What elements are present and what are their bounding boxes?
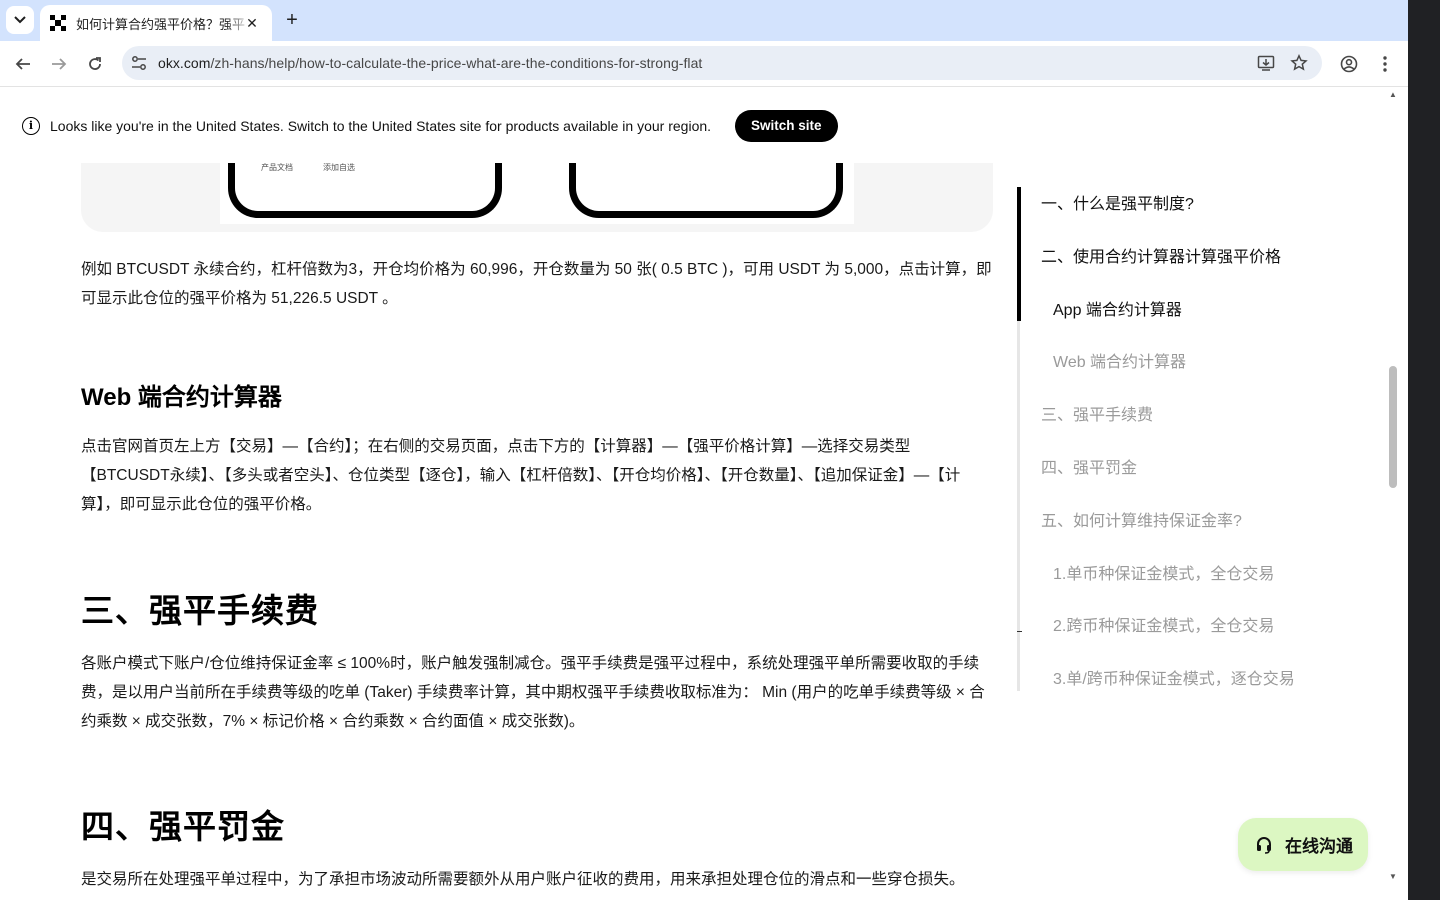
- toc-item-app-calculator[interactable]: App 端合约计算器: [1053, 296, 1182, 320]
- back-arrow-icon[interactable]: [9, 50, 37, 78]
- toc-item-multi-cross[interactable]: 2.跨币种保证金模式，全仓交易: [1053, 612, 1274, 636]
- region-banner: i Looks like you're in the United States…: [0, 88, 1385, 163]
- heading-web-calculator: Web 端合约计算器: [81, 384, 282, 411]
- chat-label: 在线沟通: [1285, 837, 1353, 856]
- toc-item-web-calculator[interactable]: Web 端合约计算器: [1053, 348, 1186, 372]
- url-host: okx.com: [158, 55, 211, 71]
- install-app-icon[interactable]: [1257, 54, 1275, 77]
- heading-liquidation-fee: 三、强平手续费: [81, 592, 319, 629]
- banner-text: Looks like you're in the United States. …: [50, 117, 712, 134]
- heading-liquidation-penalty: 四、强平罚金: [81, 808, 285, 845]
- scrollbar-thumb[interactable]: [1389, 366, 1397, 488]
- address-bar[interactable]: okx.com/zh-hans/help/how-to-calculate-th…: [122, 46, 1322, 80]
- forward-arrow-icon[interactable]: [45, 50, 73, 78]
- scroll-up-arrow-icon[interactable]: ▲: [1387, 90, 1399, 99]
- browser-tab-active[interactable]: 如何计算合约强平价格？强平 ✕: [40, 5, 272, 41]
- paragraph-app-example: 例如 BTCUSDT 永续合约，杠杆倍数为3，开仓均价格为 60,996，开仓数…: [81, 261, 992, 307]
- paragraph-web-steps: 点击官网首页左上方【交易】—【合约】；在右侧的交易页面，点击下方的【计算器】—【…: [81, 438, 961, 513]
- headset-icon: [1257, 836, 1271, 854]
- toc-item-maintenance-margin[interactable]: 五、如何计算维持保证金率?: [1041, 507, 1242, 531]
- browser-window: 如何计算合约强平价格？强平 ✕ + okx.com/zh-hans/help/h…: [0, 0, 1408, 900]
- toc-active-indicator: [1017, 187, 1021, 321]
- okx-favicon-icon: [50, 15, 66, 31]
- tab-title: 如何计算合约强平价格？强平: [76, 16, 246, 32]
- tab-search-chevron-down-icon[interactable]: [6, 6, 34, 34]
- mini-favorite-label: 添加自选: [323, 163, 355, 172]
- new-tab-button[interactable]: +: [280, 8, 304, 32]
- switch-site-button[interactable]: Switch site: [735, 109, 838, 142]
- toc-tick: [1017, 631, 1022, 632]
- online-chat-button[interactable]: 在线沟通: [1238, 818, 1368, 871]
- tab-strip: 如何计算合约强平价格？强平 ✕ +: [0, 0, 1408, 41]
- site-info-icon[interactable]: [130, 54, 148, 77]
- paragraph-liquidation-fee: 各账户模式下账户/仓位维持保证金率 ≤ 100%时，账户触发强制减仓。强平手续费…: [81, 655, 985, 730]
- browser-toolbar: okx.com/zh-hans/help/how-to-calculate-th…: [0, 41, 1408, 87]
- page-scrollbar[interactable]: ▲ ▼: [1385, 88, 1408, 888]
- paragraph-liquidation-penalty: 是交易所在处理强平单过程中，为了承担市场波动所需要额外从用户账户征收的费用，用来…: [81, 871, 965, 888]
- reload-icon[interactable]: [81, 50, 109, 78]
- profile-avatar-icon[interactable]: [1335, 50, 1363, 78]
- desktop-edge: [1408, 0, 1440, 900]
- toc-item-isolated[interactable]: 3.单/跨币种保证金模式，逐仓交易: [1053, 665, 1295, 689]
- close-tab-icon[interactable]: ✕: [242, 13, 262, 33]
- url-text[interactable]: okx.com/zh-hans/help/how-to-calculate-th…: [158, 55, 702, 71]
- page-content: 产品文档 添加自选 计算 i Looks like you're in the …: [0, 88, 1385, 900]
- mini-docs-label: 产品文档: [261, 163, 293, 172]
- toc-item-single-cross[interactable]: 1.单币种保证金模式，全仓交易: [1053, 560, 1274, 584]
- info-icon: i: [22, 116, 40, 135]
- more-menu-icon[interactable]: [1371, 50, 1399, 78]
- url-path: /zh-hans/help/how-to-calculate-the-price…: [210, 55, 703, 71]
- toc-item-what-is-liquidation[interactable]: 一、什么是强平制度?: [1041, 190, 1194, 214]
- toc-item-liquidation-fee[interactable]: 三、强平手续费: [1041, 401, 1153, 425]
- toc-item-liquidation-penalty[interactable]: 四、强平罚金: [1041, 454, 1137, 478]
- toc-item-calculator[interactable]: 二、使用合约计算器计算强平价格: [1041, 243, 1281, 267]
- bookmark-star-icon[interactable]: [1290, 53, 1308, 77]
- scroll-down-arrow-icon[interactable]: ▼: [1387, 872, 1399, 881]
